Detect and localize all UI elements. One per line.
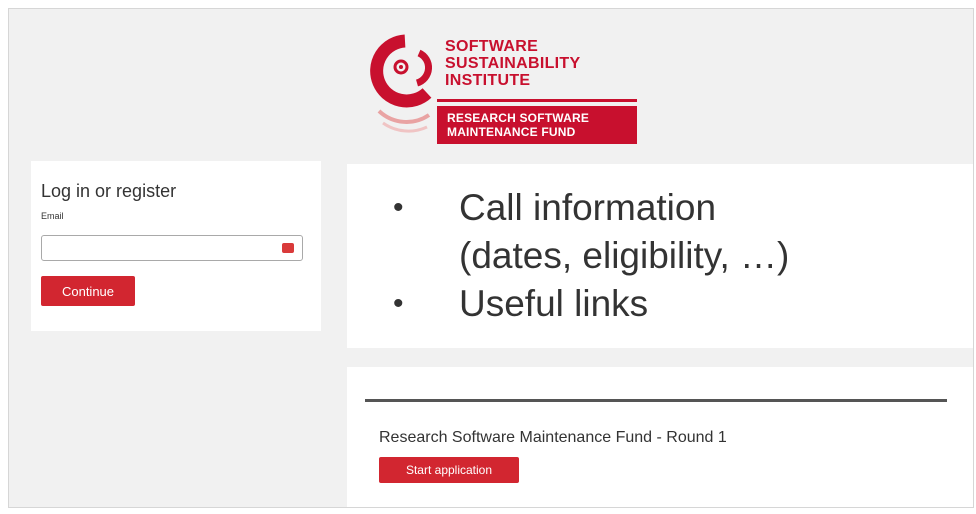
bullet-icon: • <box>393 287 404 320</box>
logo-fund-line: RESEARCH SOFTWARE <box>447 111 590 125</box>
logo-wordmark: SOFTWARE SUSTAINABILITY INSTITUTE <box>445 38 580 89</box>
info-item-label: Useful links <box>459 283 649 324</box>
login-panel: Log in or register Email Continue <box>31 161 321 331</box>
info-item-label: Call information <box>459 187 717 228</box>
divider <box>365 399 947 402</box>
logo-line: SOFTWARE <box>445 38 539 55</box>
info-item-useful-links: • Useful links <box>393 280 789 328</box>
info-item-label: (dates, eligibility, …) <box>459 235 790 276</box>
ssi-logo-mark-icon <box>370 34 432 133</box>
logo-fund-line: MAINTENANCE FUND <box>447 125 576 139</box>
email-label: Email <box>41 211 64 221</box>
logo-line: SUSTAINABILITY <box>445 55 581 72</box>
logo-underline <box>437 99 637 102</box>
bullet-icon: • <box>393 191 404 224</box>
round-title: Research Software Maintenance Fund - Rou… <box>379 429 727 446</box>
info-item-call-details: (dates, eligibility, …) <box>393 232 789 280</box>
email-field[interactable] <box>41 235 303 261</box>
info-item-call-information: • Call information <box>393 184 789 232</box>
continue-button[interactable]: Continue <box>41 276 135 306</box>
logo-fund-banner: RESEARCH SOFTWARE MAINTENANCE FUND <box>437 106 637 144</box>
page-frame: SOFTWARE SUSTAINABILITY INSTITUTE RESEAR… <box>8 8 974 508</box>
logo-line: INSTITUTE <box>445 72 531 89</box>
login-title: Log in or register <box>41 181 177 201</box>
start-application-button[interactable]: Start application <box>379 457 519 483</box>
ssi-logo: SOFTWARE SUSTAINABILITY INSTITUTE RESEAR… <box>361 23 641 157</box>
password-manager-icon[interactable] <box>282 243 294 253</box>
call-info-panel: • Call information (dates, eligibility, … <box>347 164 973 348</box>
round-panel: Research Software Maintenance Fund - Rou… <box>347 367 973 507</box>
info-list: • Call information (dates, eligibility, … <box>393 184 789 328</box>
